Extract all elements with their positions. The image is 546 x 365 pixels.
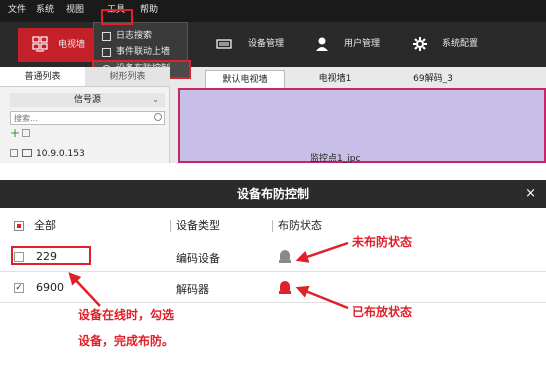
tree-item[interactable]: 10.9.0.153 (10, 147, 85, 161)
tools-menu-highlight (101, 9, 133, 25)
monitor-grid-icon (32, 36, 48, 52)
tab-tree-list[interactable]: 树形列表 (85, 67, 170, 87)
chevron-down-icon: ⌄ (152, 95, 159, 104)
menu-bar: 文件 系统 视图 工具 帮助 (0, 0, 546, 22)
videowall-canvas[interactable]: 监控点1_ipc (178, 88, 546, 163)
search-icon[interactable] (154, 113, 162, 121)
signal-source-label: 信号源 (73, 95, 101, 105)
log-icon (102, 32, 111, 41)
arrow-armed (295, 285, 349, 310)
user-icon (314, 36, 330, 52)
monitor-icon (22, 149, 32, 157)
left-panel: 普通列表 树形列表 信号源 ⌄ + 10.9.0.153 (0, 67, 170, 163)
menu-view[interactable]: 视图 (66, 4, 84, 17)
signal-source-header[interactable]: 信号源 ⌄ (10, 93, 165, 107)
camera-label: 监控点1_ipc (310, 154, 361, 163)
copy-icon[interactable] (22, 129, 30, 137)
toolbar-label: 设备管理 (248, 39, 285, 49)
collapse-icon[interactable] (10, 149, 18, 157)
linkage-icon (102, 48, 111, 57)
toolbar-system-config-button[interactable]: 系统配置 (412, 30, 492, 58)
menu-item-label: 日志搜索 (116, 31, 153, 41)
menu-item-log-search[interactable]: 日志搜索 (94, 29, 189, 44)
client-window: 文件 系统 视图 工具 帮助 电视墙 设备管理 用户管理 系统配置 日志搜索 事… (0, 0, 546, 163)
toolbar-user-management-button[interactable]: 用户管理 (314, 30, 394, 58)
tab-normal-list[interactable]: 普通列表 (0, 67, 85, 87)
main-toolbar: 电视墙 设备管理 用户管理 系统配置 (0, 22, 546, 67)
toolbar-device-management-button[interactable]: 设备管理 (216, 30, 296, 58)
tab-videowall-1[interactable]: 电视墙1 (300, 70, 370, 88)
tree-item-label: 10.9.0.153 (36, 149, 85, 159)
toolbar-label: 用户管理 (344, 39, 381, 49)
search-input[interactable] (10, 111, 165, 125)
menu-item-event-linkage[interactable]: 事件联动上墙 (94, 45, 189, 60)
gear-icon (412, 36, 428, 52)
tab-default-videowall[interactable]: 默认电视墙 (205, 70, 285, 88)
toolbar-label: 系统配置 (442, 39, 479, 49)
device-icon (216, 36, 232, 52)
arrow-instruction (68, 272, 101, 307)
menu-item-label: 事件联动上墙 (116, 47, 171, 57)
device-deployment-dialog: 设备布防控制 × 全部 设备类型 布防状态 229 编码设备 ✓ 6900 解码… (0, 180, 546, 365)
menu-help[interactable]: 帮助 (140, 4, 158, 17)
annotation-arrows (68, 241, 349, 310)
menu-file[interactable]: 文件 (8, 4, 26, 17)
tab-decoder[interactable]: 69解码_3 (393, 70, 473, 88)
wall-cell[interactable] (178, 88, 546, 163)
add-icon[interactable]: + (10, 127, 20, 139)
toolbar-label: 电视墙 (58, 40, 86, 50)
arrow-unarmed (295, 241, 349, 263)
menu-system[interactable]: 系统 (36, 4, 54, 17)
